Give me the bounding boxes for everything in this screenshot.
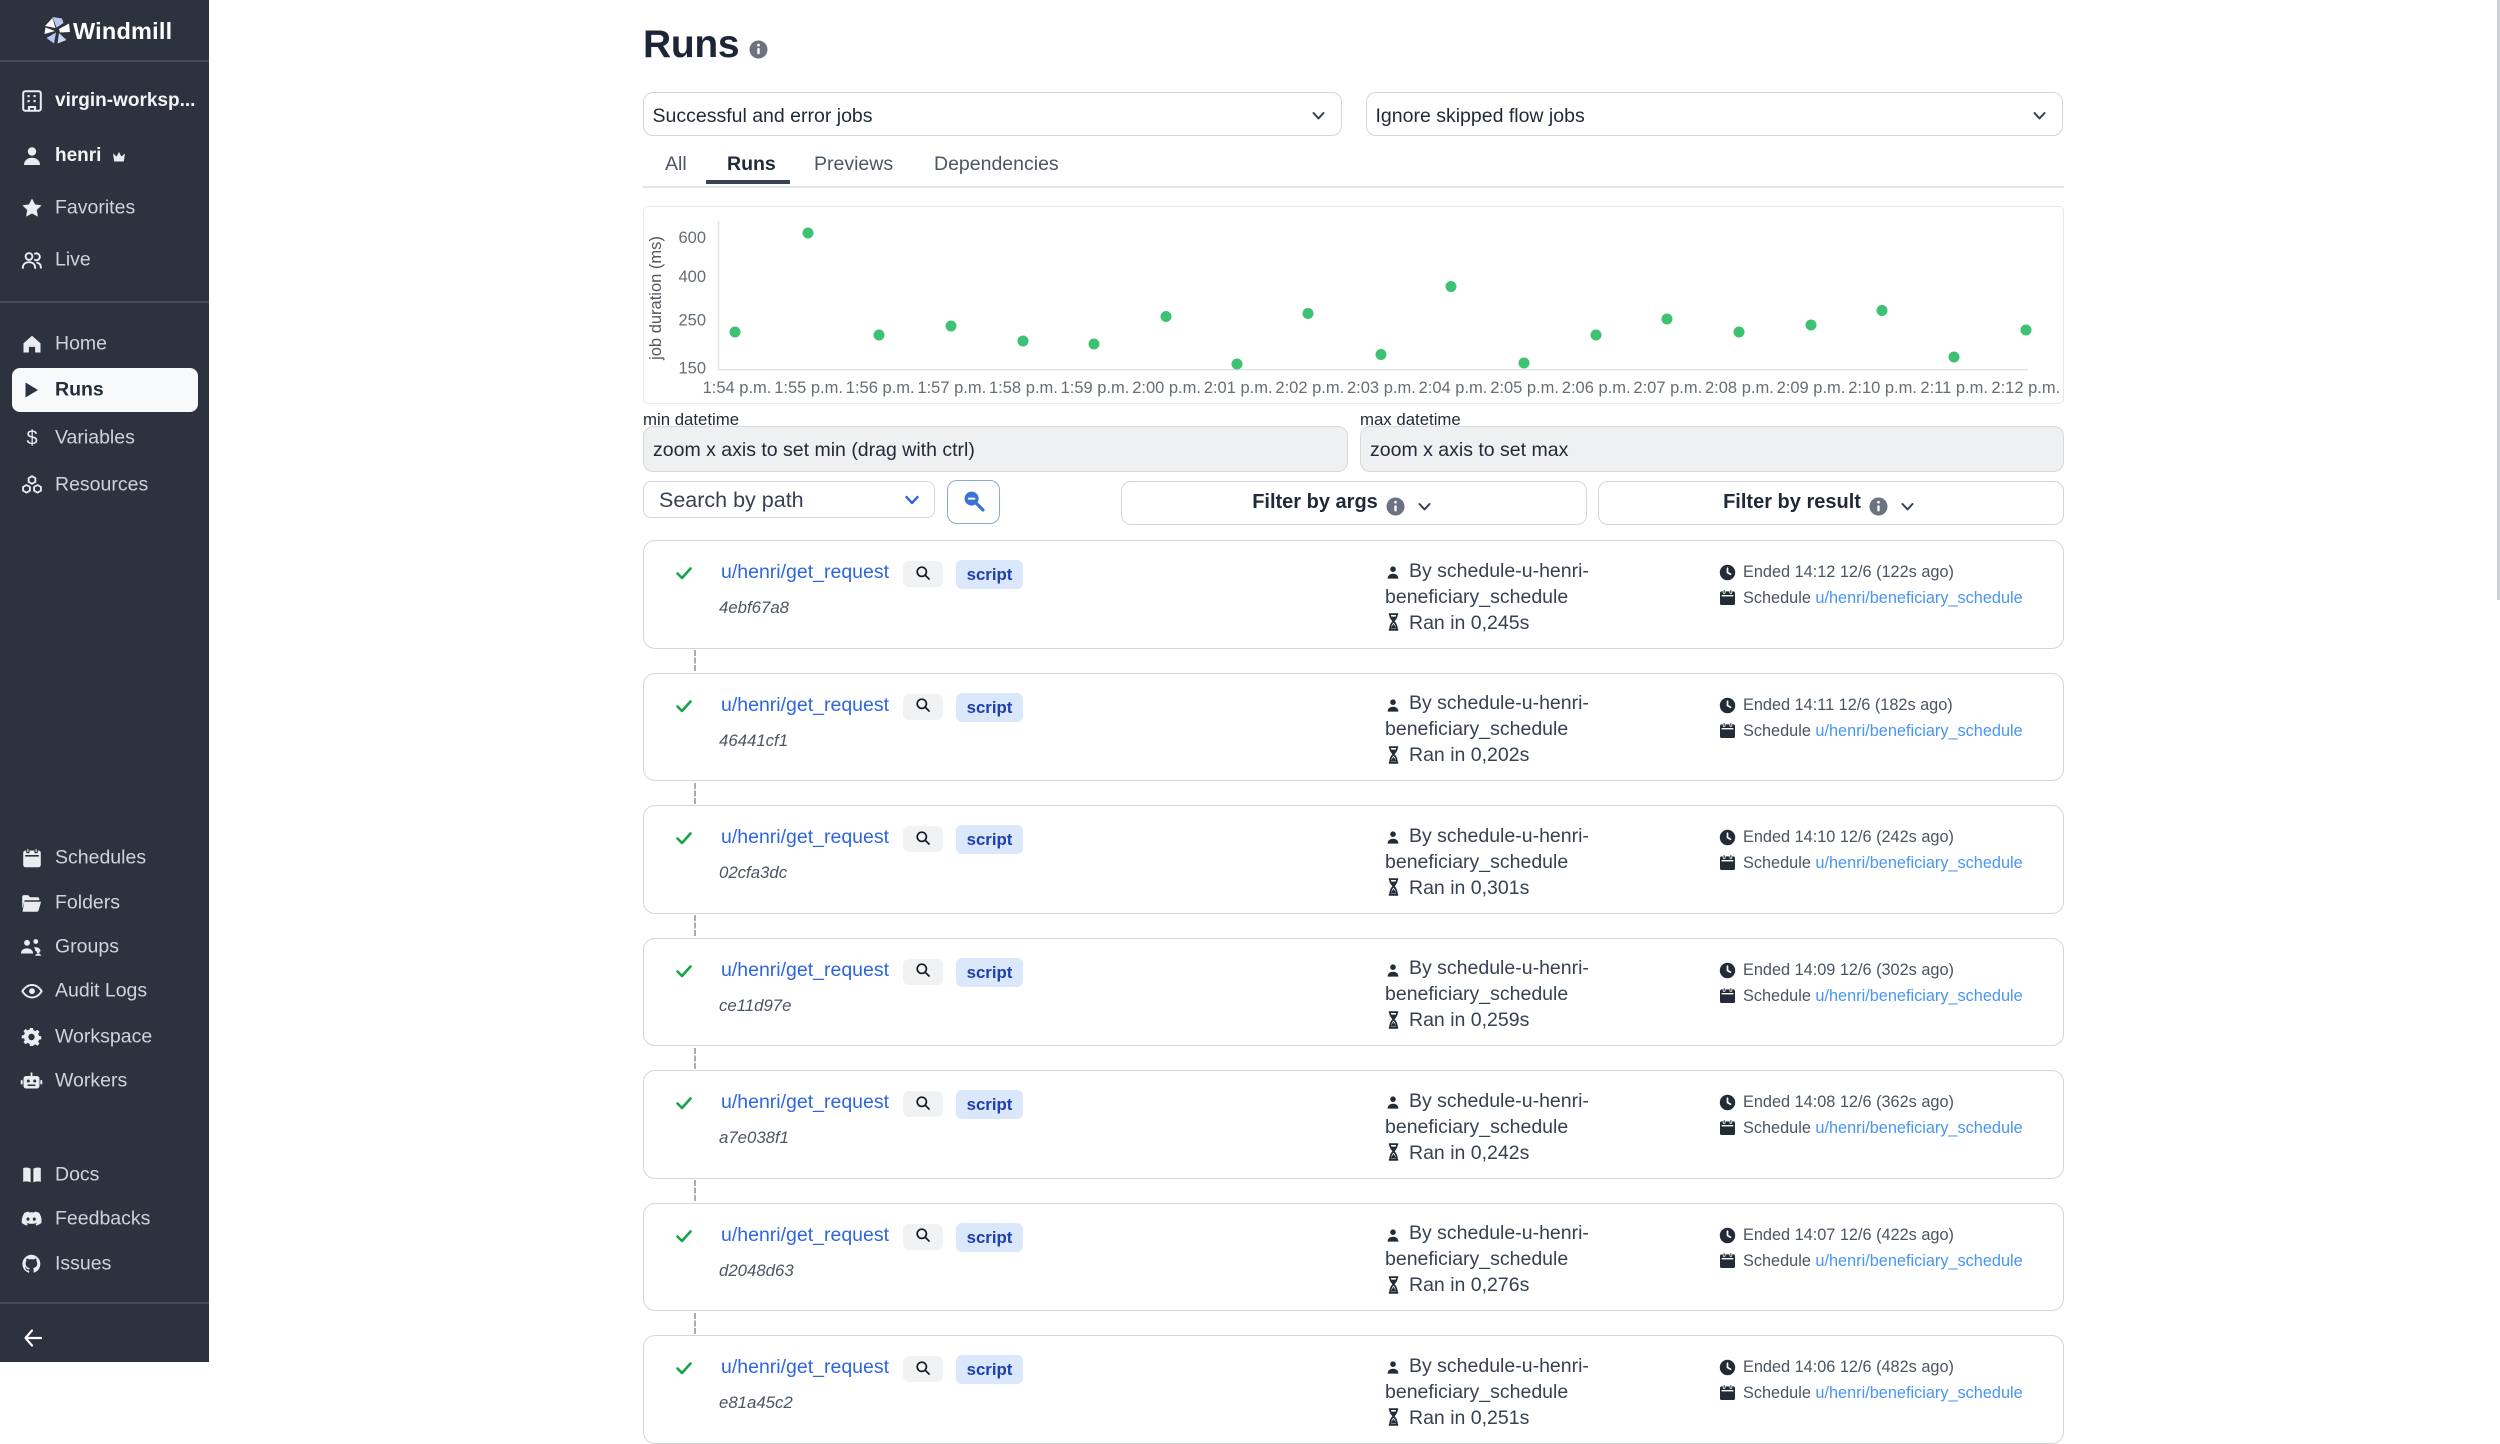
svg-text:2:01 p.m.: 2:01 p.m. [1204,379,1273,397]
svg-text:2:09 p.m.: 2:09 p.m. [1777,379,1846,397]
svg-text:1:54 p.m.: 1:54 p.m. [703,379,772,397]
svg-text:400: 400 [678,268,706,286]
svg-text:1:55 p.m.: 1:55 p.m. [774,379,843,397]
svg-text:1:57 p.m.: 1:57 p.m. [917,379,986,397]
svg-text:2:06 p.m.: 2:06 p.m. [1562,379,1631,397]
svg-text:2:02 p.m.: 2:02 p.m. [1275,379,1344,397]
svg-text:250: 250 [678,312,706,330]
svg-text:2:12 p.m.: 2:12 p.m. [1991,379,2060,397]
svg-text:job duration (ms): job duration (ms) [647,236,665,361]
svg-text:1:56 p.m.: 1:56 p.m. [846,379,915,397]
svg-text:1:58 p.m.: 1:58 p.m. [989,379,1058,397]
svg-text:2:04 p.m.: 2:04 p.m. [1419,379,1488,397]
svg-text:1:59 p.m.: 1:59 p.m. [1061,379,1130,397]
svg-text:$: $ [26,428,37,450]
svg-text:2:05 p.m.: 2:05 p.m. [1490,379,1559,397]
svg-text:2:03 p.m.: 2:03 p.m. [1347,379,1416,397]
svg-text:2:00 p.m.: 2:00 p.m. [1132,379,1201,397]
svg-text:2:08 p.m.: 2:08 p.m. [1705,379,1774,397]
svg-text:150: 150 [678,360,706,378]
svg-text:2:11 p.m.: 2:11 p.m. [1920,379,1988,397]
svg-text:2:07 p.m.: 2:07 p.m. [1633,379,1702,397]
svg-text:2:10 p.m.: 2:10 p.m. [1848,379,1917,397]
svg-text:600: 600 [678,229,706,247]
